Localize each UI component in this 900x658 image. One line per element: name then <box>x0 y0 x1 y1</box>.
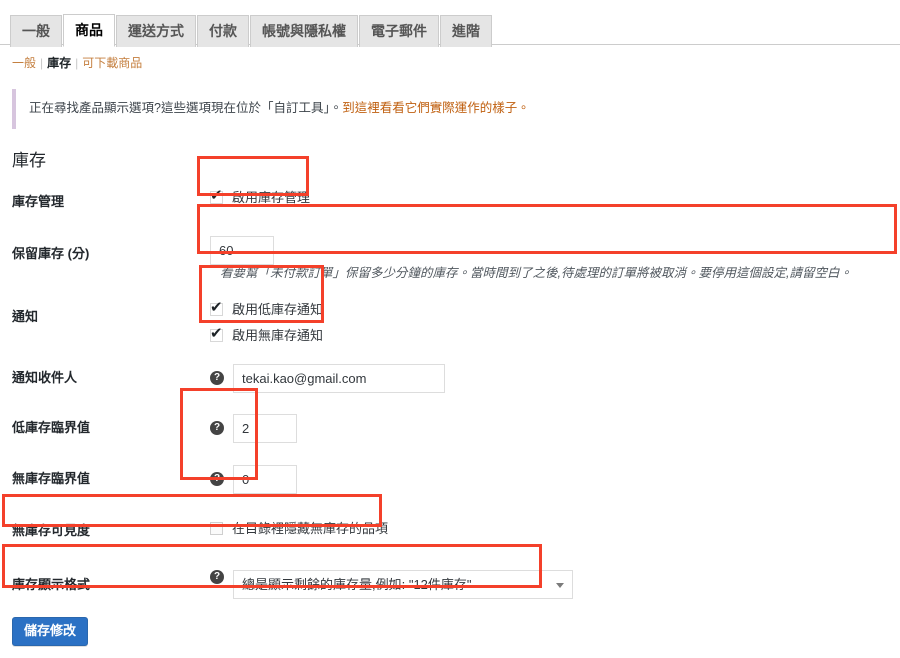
hold-stock-description: 看要幫「未付款訂單」保留多少分鐘的庫存。當時間到了之後,待處理的訂單將被取消。要… <box>220 265 852 280</box>
row-notifications: 通知 啟用低庫存通知 啟用無庫存通知 <box>12 292 900 354</box>
tab-emails[interactable]: 電子郵件 <box>359 15 439 47</box>
subnav-separator-1: | <box>40 56 44 70</box>
notice-text: 正在尋找產品顯示選項?這些選項現在位於「自訂工具」。 <box>29 101 343 115</box>
checkbox-manage-stock[interactable]: 啟用庫存管理 <box>210 186 311 207</box>
help-question-icon-out-of-stock[interactable]: ? <box>210 472 224 487</box>
tab-products[interactable]: 商品 <box>63 14 115 47</box>
cell-notification-recipient: ? <box>210 354 900 404</box>
label-manage-stock: 庫存管理 <box>12 193 65 209</box>
chevron-down-icon <box>556 583 564 589</box>
row-hold-stock: 保留庫存 (分) 看要幫「未付款訂單」保留多少分鐘的庫存。當時間到了之後,待處理… <box>12 228 900 292</box>
subnav-item-general[interactable]: 一般 <box>12 56 36 70</box>
tab-payments[interactable]: 付款 <box>197 15 249 47</box>
section-subnav: 一般 | 庫存 | 可下載商品 <box>12 54 900 72</box>
customizer-notice: 正在尋找產品顯示選項?這些選項現在位於「自訂工具」。到這裡看看它們實際運作的樣子… <box>12 89 886 129</box>
label-hold-stock: 保留庫存 (分) <box>12 245 90 261</box>
label-notification-recipient: 通知收件人 <box>12 369 78 385</box>
inventory-settings-form: 庫存管理 啟用庫存管理 保留庫存 (分) 看要幫「未付款訂單」保留多少分鐘的庫存… <box>12 177 900 611</box>
cell-out-of-stock-threshold: ? <box>210 454 900 505</box>
cell-manage-stock: 啟用庫存管理 <box>210 177 900 228</box>
tab-accounts-privacy[interactable]: 帳號與隱私權 <box>250 15 358 47</box>
notification-recipient-input[interactable] <box>233 363 445 393</box>
page-title: 庫存 <box>12 151 46 170</box>
save-changes-button[interactable]: 儲存修改 <box>12 617 89 647</box>
subnav-item-inventory[interactable]: 庫存 <box>47 56 71 70</box>
checkbox-no-stock-notification-box[interactable] <box>210 324 223 342</box>
cell-low-stock-threshold: ? <box>210 403 900 454</box>
out-of-stock-threshold-input[interactable] <box>233 465 297 495</box>
label-out-of-stock-threshold: 無庫存臨界值 <box>12 471 91 487</box>
row-low-stock-threshold: 低庫存臨界值 ? <box>12 403 900 454</box>
tab-advanced[interactable]: 進階 <box>440 15 492 47</box>
cell-notifications: 啟用低庫存通知 啟用無庫存通知 <box>210 292 900 354</box>
page-root: { "top_tabs": [ { "label": "一般", "active… <box>0 0 900 658</box>
stock-display-format-select[interactable]: 總是顯示剩餘的庫存量,例如: "12件庫存" <box>233 570 573 600</box>
help-question-icon-low-stock[interactable]: ? <box>210 421 224 436</box>
checkbox-hide-out-of-stock-box[interactable] <box>210 522 223 536</box>
help-question-icon-recipient[interactable]: ? <box>210 370 224 385</box>
label-stock-display-format: 庫存顯示格式 <box>12 577 91 593</box>
checkbox-hide-out-of-stock-label: 在目錄裡隱藏無庫存的品項 <box>232 521 389 537</box>
notice-link[interactable]: 到這裡看看它們實際運作的樣子。 <box>342 101 530 115</box>
label-out-of-stock-visibility: 無庫存可見度 <box>12 523 91 539</box>
row-out-of-stock-visibility: 無庫存可見度 在目錄裡隱藏無庫存的品項 <box>12 505 900 557</box>
checkbox-manage-stock-box[interactable] <box>210 186 223 204</box>
low-stock-threshold-input[interactable] <box>233 414 297 444</box>
stock-display-format-value: 總是顯示剩餘的庫存量,例如: "12件庫存" <box>242 577 472 593</box>
tab-shipping[interactable]: 運送方式 <box>116 15 196 47</box>
submit-area: 儲存修改 <box>12 617 900 647</box>
label-low-stock-threshold: 低庫存臨界值 <box>12 420 91 436</box>
checkbox-no-stock-notification-label: 啟用無庫存通知 <box>232 327 324 343</box>
subnav-item-downloadable-products[interactable]: 可下載商品 <box>82 56 142 70</box>
tab-general[interactable]: 一般 <box>10 15 62 47</box>
checkbox-no-stock-notification[interactable]: 啟用無庫存通知 <box>210 324 324 345</box>
checkbox-low-stock-notification[interactable]: 啟用低庫存通知 <box>210 298 324 319</box>
checkbox-low-stock-notification-label: 啟用低庫存通知 <box>232 301 324 317</box>
help-question-icon-display-format[interactable]: ? <box>210 570 224 585</box>
checkbox-hide-out-of-stock[interactable]: 在目錄裡隱藏無庫存的品項 <box>210 520 388 538</box>
checkbox-manage-stock-label: 啟用庫存管理 <box>232 189 311 205</box>
row-manage-stock: 庫存管理 啟用庫存管理 <box>12 177 900 228</box>
checkbox-low-stock-notification-box[interactable] <box>210 298 223 316</box>
cell-hold-stock: 看要幫「未付款訂單」保留多少分鐘的庫存。當時間到了之後,待處理的訂單將被取消。要… <box>210 228 900 292</box>
settings-tab-bar: 一般 商品 運送方式 付款 帳號與隱私權 電子郵件 進階 <box>0 0 900 47</box>
label-notifications: 通知 <box>12 308 39 324</box>
hold-stock-input[interactable] <box>210 235 274 265</box>
cell-stock-display-format: ? 總是顯示剩餘的庫存量,例如: "12件庫存" <box>210 557 900 611</box>
row-out-of-stock-threshold: 無庫存臨界值 ? <box>12 454 900 505</box>
row-notification-recipient: 通知收件人 ? <box>12 354 900 404</box>
row-stock-display-format: 庫存顯示格式 ? 總是顯示剩餘的庫存量,例如: "12件庫存" <box>12 557 900 611</box>
cell-out-of-stock-visibility: 在目錄裡隱藏無庫存的品項 <box>210 505 900 557</box>
subnav-separator-2: | <box>75 56 79 70</box>
